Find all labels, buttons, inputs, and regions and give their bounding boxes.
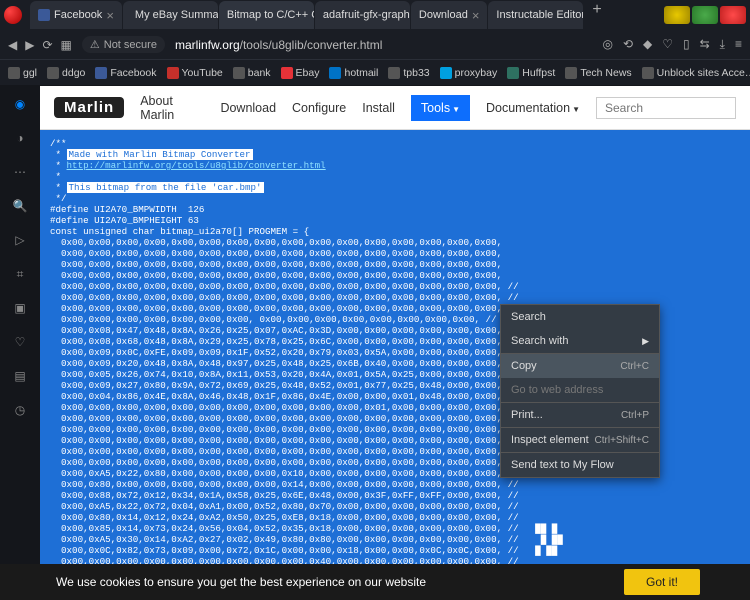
bookmark-item[interactable]: proxybay (440, 67, 498, 79)
workspaces-icon[interactable]: ▣ (10, 298, 30, 318)
cm-flow[interactable]: Send text to My Flow (501, 453, 659, 477)
bookmark-item[interactable]: hotmail (329, 67, 378, 79)
tab-ebay[interactable]: My eBay Summary× (123, 1, 218, 29)
new-tab-button[interactable]: + (584, 1, 609, 29)
marlin-logo[interactable]: Marlin (54, 97, 124, 118)
chevron-right-icon: ▶ (642, 336, 649, 347)
context-menu: Search Search with▶ CopyCtrl+C Go to web… (500, 304, 660, 478)
vpn-icon[interactable]: ◎ (602, 37, 612, 52)
opera-sidebar: ◉ ◑ ⋯ 🔍 ▷ ⌗ ▣ ♡ ▤ ◷ (0, 86, 40, 564)
bookmark-item[interactable]: Tech News (565, 67, 631, 79)
cm-print[interactable]: Print...Ctrl+P (501, 403, 659, 427)
tab-adafruit[interactable]: adafruit-gfx-graphi…× (315, 1, 410, 29)
flow-sidebar-icon[interactable]: ▷ (10, 230, 30, 250)
sidebar-heart-icon[interactable]: ♡ (10, 332, 30, 352)
history-icon[interactable]: ◷ (10, 400, 30, 420)
sidebar-toggle-icon[interactable]: ⇆ (700, 37, 710, 52)
chevron-down-icon: ▼ (572, 105, 580, 114)
search-input[interactable] (596, 97, 736, 119)
cm-goto: Go to web address (501, 378, 659, 402)
forward-button[interactable]: ▶ (25, 38, 34, 52)
messenger-icon[interactable]: ◉ (10, 94, 30, 114)
cookie-text: We use cookies to ensure you get the bes… (56, 575, 426, 589)
bookmark-item[interactable]: ddgo (47, 67, 85, 79)
bookmark-item[interactable]: YouTube (167, 67, 223, 79)
cm-inspect[interactable]: Inspect elementCtrl+Shift+C (501, 428, 659, 452)
snapshot-icon[interactable]: ⌗ (10, 264, 30, 284)
reload-button[interactable]: ⟳ (42, 38, 52, 52)
site-header: Marlin About Marlin Download Configure I… (40, 86, 750, 130)
cookie-banner: We use cookies to ensure you get the bes… (0, 564, 750, 600)
opera-icon[interactable] (4, 6, 22, 24)
tab-facebook[interactable]: Facebook× (30, 1, 122, 29)
ellipsis-icon[interactable]: ⋯ (10, 162, 30, 182)
bookmark-icon[interactable]: ▯ (683, 37, 690, 52)
download-icon[interactable]: ⤓ (720, 37, 725, 52)
nav-docs[interactable]: Documentation▼ (486, 101, 580, 115)
sync-icon[interactable]: ⟲ (623, 37, 633, 52)
nav-download[interactable]: Download (220, 101, 276, 115)
bookmark-item[interactable]: Huffpst (507, 67, 555, 79)
window-close-button[interactable] (720, 6, 746, 24)
bookmark-item[interactable]: bank (233, 67, 271, 79)
cm-copy[interactable]: CopyCtrl+C (501, 354, 659, 378)
news-icon[interactable]: ▤ (10, 366, 30, 386)
back-button[interactable]: ◀ (8, 38, 17, 52)
search-icon[interactable]: 🔍 (10, 196, 30, 216)
whatsapp-icon[interactable]: ◑ (10, 128, 30, 148)
tab-instructable[interactable]: Instructable Editor× (488, 1, 583, 29)
cm-search[interactable]: Search (501, 305, 659, 329)
cookie-accept-button[interactable]: Got it! (624, 569, 700, 595)
url-field[interactable]: marlinfw.org/tools/u8glib/converter.html (175, 38, 382, 52)
maximize-button[interactable] (692, 6, 718, 24)
security-badge[interactable]: ⚠ Not secure (82, 36, 165, 53)
window-titlebar: Facebook× My eBay Summary× Bitmap to C/C… (0, 0, 750, 30)
bookmarks-bar: ggl ddgo Facebook YouTube bank Ebay hotm… (0, 60, 750, 86)
flow-icon[interactable]: ◆ (643, 37, 652, 52)
tab-bitmap-converter[interactable]: Bitmap to C/C++ C…× (219, 1, 314, 29)
bookmark-item[interactable]: Unblock sites Acce… (642, 67, 750, 79)
close-icon[interactable]: × (106, 8, 114, 23)
address-bar: ◀ ▶ ⟳ ▦ ⚠ Not secure marlinfw.org/tools/… (0, 30, 750, 60)
browser-tabs: Facebook× My eBay Summary× Bitmap to C/C… (30, 1, 664, 29)
heart-icon[interactable]: ♡ (662, 37, 673, 52)
speed-dial-icon[interactable]: ▦ (61, 38, 72, 52)
chevron-down-icon: ▼ (452, 105, 460, 114)
bookmark-item[interactable]: tpb33 (388, 67, 429, 79)
close-icon[interactable]: × (472, 8, 480, 23)
cm-search-with[interactable]: Search with▶ (501, 329, 659, 353)
menu-icon[interactable]: ≡ (735, 37, 742, 52)
tab-download[interactable]: Download× (411, 1, 488, 29)
bookmark-item[interactable]: Facebook (95, 67, 156, 79)
bookmark-item[interactable]: Ebay (281, 67, 320, 79)
page-content: Marlin About Marlin Download Configure I… (40, 86, 750, 564)
warning-icon: ⚠ (90, 38, 100, 51)
nav-configure[interactable]: Configure (292, 101, 346, 115)
nav-install[interactable]: Install (362, 101, 395, 115)
bookmark-item[interactable]: ggl (8, 67, 37, 79)
nav-tools[interactable]: Tools▼ (411, 95, 470, 121)
window-controls (664, 6, 746, 24)
minimize-button[interactable] (664, 6, 690, 24)
nav-about[interactable]: About Marlin (140, 94, 204, 122)
